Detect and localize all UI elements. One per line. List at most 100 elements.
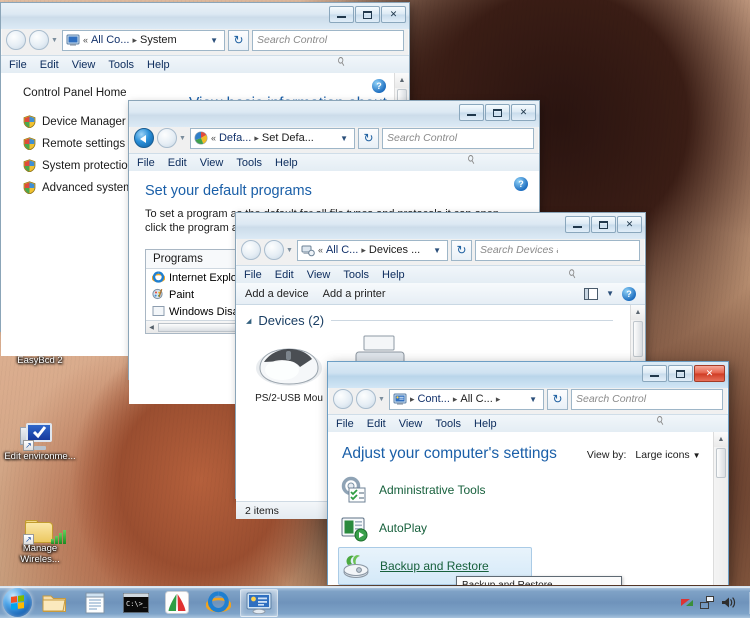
back-button[interactable]: [134, 128, 154, 148]
forward-button[interactable]: [356, 389, 376, 409]
recent-pages-icon[interactable]: ▼: [378, 396, 385, 403]
recent-pages-icon[interactable]: ▼: [286, 247, 293, 254]
add-a-printer-button[interactable]: Add a printer: [323, 288, 386, 300]
menu-edit[interactable]: Edit: [367, 418, 386, 430]
menu-edit[interactable]: Edit: [275, 269, 294, 281]
vertical-scrollbar[interactable]: ▲: [713, 432, 728, 585]
titlebar[interactable]: ✕: [328, 362, 728, 388]
address-bar[interactable]: « Defa... ▸ Set Defa... ▼: [189, 127, 355, 149]
help-icon[interactable]: ?: [622, 286, 636, 301]
control-panel-item-autoplay[interactable]: AutoPlay: [340, 509, 728, 547]
menu-help[interactable]: Help: [474, 418, 497, 430]
breadcrumb-item[interactable]: Defa...: [219, 132, 251, 144]
window-all-control-panel-items[interactable]: ✕ ▼ ▸ Cont... ▸ All C... ▸ ▼ ↻ Search Co…: [327, 361, 729, 585]
menu-help[interactable]: Help: [147, 59, 170, 71]
desktop-icon-edit-environment[interactable]: ↗ Edit environme...: [2, 416, 78, 463]
back-button[interactable]: [6, 30, 26, 50]
recent-pages-icon[interactable]: ▼: [51, 37, 58, 44]
forward-button[interactable]: [29, 30, 49, 50]
breadcrumb-item[interactable]: Devices ...: [369, 244, 420, 256]
chevron-down-icon[interactable]: ▼: [336, 134, 352, 143]
scroll-up-button[interactable]: ▲: [395, 73, 409, 88]
minimize-button[interactable]: [642, 365, 667, 382]
layout-pane-icon[interactable]: [584, 287, 599, 300]
breadcrumb-item[interactable]: All C...: [460, 393, 492, 405]
menu-tools[interactable]: Tools: [343, 269, 369, 281]
chevron-down-icon[interactable]: ▼: [606, 289, 614, 298]
taskbar-button-notepad[interactable]: [76, 589, 114, 617]
breadcrumb-overflow[interactable]: «: [318, 245, 323, 255]
minimize-button[interactable]: [565, 216, 590, 233]
menu-edit[interactable]: Edit: [168, 157, 187, 169]
taskbar-button-pdf-reader[interactable]: [158, 589, 196, 617]
refresh-button[interactable]: ↻: [547, 388, 568, 410]
menu-view[interactable]: View: [399, 418, 423, 430]
titlebar[interactable]: ✕: [1, 3, 409, 29]
titlebar[interactable]: ✕: [236, 213, 645, 239]
menu-file[interactable]: File: [244, 269, 262, 281]
minimize-button[interactable]: [329, 6, 354, 23]
search-input[interactable]: Search Control Panel ⚲: [382, 127, 534, 167]
forward-button[interactable]: [157, 128, 177, 148]
antivirus-tray-icon[interactable]: [681, 599, 693, 606]
menu-tools[interactable]: Tools: [108, 59, 134, 71]
back-button[interactable]: [241, 240, 261, 260]
taskbar-button-internet-explorer[interactable]: [199, 589, 237, 617]
taskbar-button-control-panel[interactable]: [240, 588, 278, 617]
menu-view[interactable]: View: [200, 157, 224, 169]
menu-help[interactable]: Help: [275, 157, 298, 169]
maximize-button[interactable]: [668, 365, 693, 382]
help-icon[interactable]: ?: [372, 79, 386, 93]
scrollbar-thumb[interactable]: [716, 448, 726, 478]
chevron-down-icon[interactable]: ▼: [525, 395, 541, 404]
taskbar-button-windows-explorer[interactable]: [35, 589, 73, 617]
sidebar-item-control-panel-home[interactable]: Control Panel Home: [23, 87, 171, 99]
refresh-button[interactable]: ↻: [358, 127, 379, 149]
address-bar[interactable]: « All Co... ▸ System ▼: [61, 29, 225, 51]
menu-file[interactable]: File: [336, 418, 354, 430]
search-input[interactable]: Search Control Panel ⚲: [571, 388, 723, 428]
network-tray-icon[interactable]: [700, 596, 714, 609]
breadcrumb-item[interactable]: Set Defa...: [262, 132, 314, 144]
menu-view[interactable]: View: [72, 59, 96, 71]
menu-edit[interactable]: Edit: [40, 59, 59, 71]
titlebar[interactable]: ✕: [129, 101, 539, 127]
back-button[interactable]: [333, 389, 353, 409]
refresh-button[interactable]: ↻: [228, 29, 249, 51]
forward-button[interactable]: [264, 240, 284, 260]
desktop-icon-manage-wireless[interactable]: ↗ Manage Wireles...: [2, 510, 78, 565]
menu-tools[interactable]: Tools: [435, 418, 461, 430]
breadcrumb-item[interactable]: Cont...: [417, 393, 449, 405]
recent-pages-icon[interactable]: ▼: [179, 135, 186, 142]
scroll-up-button[interactable]: ▲: [631, 305, 645, 320]
menu-tools[interactable]: Tools: [236, 157, 262, 169]
breadcrumb-item[interactable]: All C...: [326, 244, 358, 256]
scroll-left-button[interactable]: ◀: [146, 324, 157, 331]
menu-help[interactable]: Help: [382, 269, 405, 281]
breadcrumb-overflow[interactable]: «: [83, 35, 88, 45]
taskbar-button-command-prompt[interactable]: C:\>_: [117, 589, 155, 617]
search-input[interactable]: Search Control Panel ⚲: [252, 29, 404, 69]
menu-file[interactable]: File: [9, 59, 27, 71]
menu-file[interactable]: File: [137, 157, 155, 169]
device-item-mouse[interactable]: PS/2-USB Mou: [250, 334, 328, 404]
devices-group-header[interactable]: ◢ Devices (2): [236, 305, 645, 328]
breadcrumb-overflow[interactable]: «: [211, 133, 216, 143]
chevron-down-icon[interactable]: ▼: [206, 36, 222, 45]
menu-view[interactable]: View: [307, 269, 331, 281]
control-panel-item-administrative-tools[interactable]: Administrative Tools: [340, 471, 728, 509]
chevron-collapse-icon[interactable]: ◢: [246, 317, 251, 325]
add-a-device-button[interactable]: Add a device: [245, 288, 309, 300]
address-bar[interactable]: ▸ Cont... ▸ All C... ▸ ▼: [388, 388, 544, 410]
view-by-dropdown[interactable]: Large icons ▼: [635, 449, 700, 461]
chevron-down-icon[interactable]: ▼: [429, 246, 445, 255]
volume-tray-icon[interactable]: [721, 596, 736, 609]
breadcrumb-item[interactable]: System: [140, 34, 177, 46]
search-input[interactable]: Search Devices and Printers ⚲: [475, 239, 640, 282]
minimize-button[interactable]: [459, 104, 484, 121]
address-bar[interactable]: « All C... ▸ Devices ... ▼: [296, 239, 448, 261]
taskbar[interactable]: C:\>_: [0, 586, 750, 618]
scrollbar-thumb[interactable]: [633, 321, 643, 357]
breadcrumb-item[interactable]: All Co...: [91, 34, 130, 46]
start-button[interactable]: [3, 588, 32, 617]
